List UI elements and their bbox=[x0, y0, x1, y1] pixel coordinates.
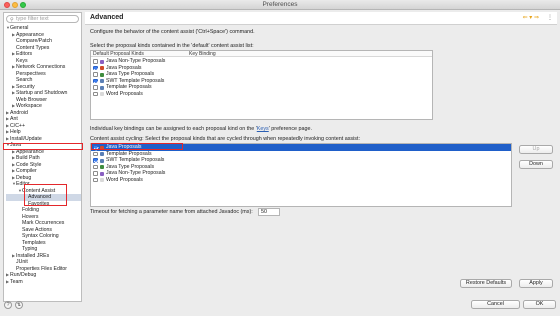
proposal-row[interactable]: Word Proposals bbox=[91, 91, 432, 98]
cancel-button[interactable]: Cancel bbox=[471, 300, 520, 309]
proposal-checkbox[interactable] bbox=[93, 59, 98, 64]
proposal-kind-icon bbox=[100, 79, 104, 83]
timeout-label: Timeout for fetching a parameter name fr… bbox=[90, 209, 253, 215]
cycling-proposal-kinds-list[interactable]: Java Proposals Template Proposals SWT Temp… bbox=[90, 143, 512, 207]
restore-defaults-button[interactable]: Restore Defaults bbox=[460, 279, 512, 288]
proposal-checkbox[interactable] bbox=[93, 158, 98, 163]
dialog-footer: ? ⇅ Cancel OK bbox=[0, 300, 560, 316]
table-header: Default Proposal Kinds Key Binding bbox=[91, 51, 432, 57]
proposal-checkbox[interactable] bbox=[93, 72, 98, 77]
key-binding-note-suffix: ' preference page. bbox=[268, 126, 313, 132]
proposal-label: Word Proposals bbox=[106, 90, 143, 97]
proposal-checkbox[interactable] bbox=[93, 164, 98, 169]
timeout-input[interactable]: 50 bbox=[258, 208, 280, 216]
page-title: Advanced bbox=[90, 14, 124, 21]
page-header: Advanced ⇐ ▾ ⇒ ⋮ bbox=[85, 12, 557, 25]
history-nav-icon[interactable]: ⇐ ▾ ⇒ bbox=[523, 14, 539, 21]
apply-button[interactable]: Apply bbox=[519, 279, 553, 288]
expand-arrow-closed-icon[interactable]: ▶ bbox=[6, 279, 9, 286]
proposal-kind-icon bbox=[100, 72, 104, 77]
proposal-kind-icon bbox=[100, 85, 104, 90]
keys-preference-link[interactable]: Keys bbox=[257, 126, 269, 132]
proposal-kind-icon bbox=[100, 178, 104, 182]
proposal-kind-icon bbox=[100, 66, 104, 70]
proposal-kind-icon bbox=[100, 145, 104, 150]
preferences-tree: ▼ General ▶ Appearance Compare/Patch Content … bbox=[6, 25, 81, 286]
help-icon[interactable]: ? bbox=[4, 301, 12, 309]
key-binding-note: Individual key bindings can be assigned … bbox=[90, 126, 312, 132]
proposal-kind-icon bbox=[100, 59, 104, 64]
cycling-label: Content assist cycling: Select the propo… bbox=[90, 136, 360, 142]
proposal-kind-icon bbox=[100, 158, 104, 163]
proposal-kind-icon bbox=[100, 152, 104, 156]
default-proposal-kinds-table[interactable]: Default Proposal Kinds Key Binding Java … bbox=[90, 50, 433, 120]
proposal-checkbox[interactable] bbox=[93, 78, 98, 83]
proposal-row[interactable]: Word Proposals bbox=[91, 177, 511, 184]
proposal-label: Word Proposals bbox=[106, 176, 143, 183]
ok-button[interactable]: OK bbox=[523, 300, 556, 309]
filter-input[interactable]: ⚲ type filter text bbox=[6, 15, 79, 23]
window-title: Preferences bbox=[262, 1, 298, 8]
page-description: Configure the behavior of the content as… bbox=[90, 29, 255, 35]
proposal-checkbox[interactable] bbox=[93, 85, 98, 90]
tree-item-label: Team bbox=[10, 278, 23, 285]
preference-page: Advanced ⇐ ▾ ⇒ ⋮ Configure the behavior … bbox=[85, 12, 557, 302]
search-icon: ⚲ bbox=[10, 17, 14, 23]
view-menu-icon[interactable]: ⋮ bbox=[547, 14, 553, 21]
preferences-tree-panel: ⚲ type filter text ▼ General ▶ Appearance Co… bbox=[3, 12, 82, 302]
proposal-checkbox[interactable] bbox=[93, 171, 98, 176]
proposal-kind-icon bbox=[100, 171, 104, 176]
key-binding-note-prefix: Individual key bindings can be assigned … bbox=[90, 126, 257, 132]
window-titlebar: Preferences bbox=[0, 0, 560, 10]
proposal-checkbox[interactable] bbox=[93, 91, 98, 96]
up-button[interactable]: Up bbox=[519, 145, 553, 154]
proposal-kind-icon bbox=[100, 92, 104, 96]
proposal-checkbox[interactable] bbox=[93, 65, 98, 70]
proposal-checkbox[interactable] bbox=[93, 151, 98, 156]
down-button[interactable]: Down bbox=[519, 160, 553, 169]
filter-placeholder: type filter text bbox=[16, 16, 49, 22]
proposal-kind-icon bbox=[100, 165, 104, 169]
proposal-checkbox[interactable] bbox=[93, 177, 98, 182]
column-default-proposal-kinds[interactable]: Default Proposal Kinds bbox=[93, 51, 144, 57]
tree-item[interactable]: ▶ Team bbox=[6, 278, 81, 286]
column-key-binding[interactable]: Key Binding bbox=[189, 51, 216, 57]
proposal-checkbox[interactable] bbox=[93, 145, 98, 150]
import-export-icon[interactable]: ⇅ bbox=[15, 301, 23, 309]
default-list-label: Select the proposal kinds contained in t… bbox=[90, 43, 254, 49]
